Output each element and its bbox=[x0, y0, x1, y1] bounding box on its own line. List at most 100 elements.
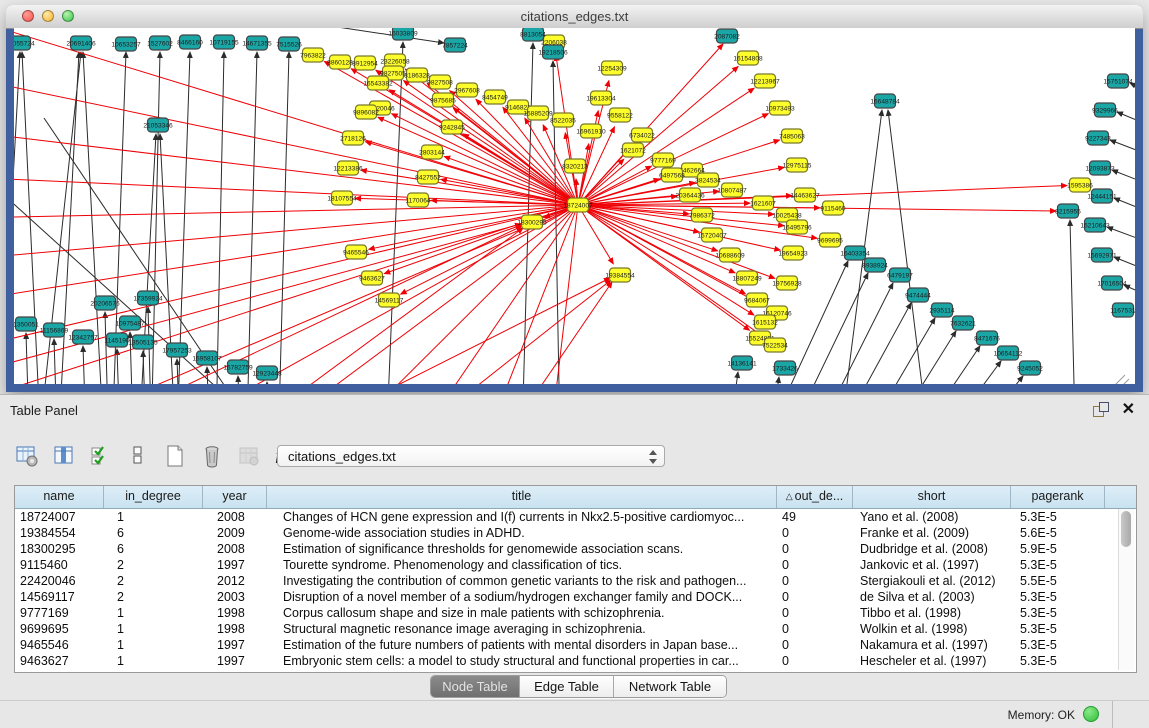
delete-table-icon[interactable] bbox=[199, 443, 225, 469]
graph-node[interactable]: 19384554 bbox=[605, 268, 635, 282]
graph-node[interactable]: 17359924 bbox=[133, 291, 163, 305]
graph-node[interactable]: 1170064 bbox=[405, 193, 431, 207]
graph-node[interactable]: 10688609 bbox=[715, 248, 745, 262]
graph-node[interactable]: 7515526 bbox=[276, 37, 302, 51]
graph-node[interactable]: 1350051 bbox=[14, 317, 39, 331]
graph-node[interactable]: 9245052 bbox=[1017, 361, 1043, 375]
graph-node[interactable]: 7522534 bbox=[762, 338, 788, 352]
tab-network-table[interactable]: Network Table bbox=[614, 676, 726, 697]
graph-node[interactable]: 10975487 bbox=[115, 316, 145, 330]
network-view[interactable]: 1872400718300295193845547963822886012889… bbox=[14, 28, 1135, 384]
table-row[interactable]: 1872400712008Changes of HCN gene express… bbox=[15, 509, 1136, 525]
graph-node[interactable]: 6497568 bbox=[659, 168, 685, 182]
graph-node[interactable]: 15751074 bbox=[1103, 74, 1133, 88]
table-source-dropdown[interactable]: citations_edges.txt bbox=[277, 445, 665, 467]
table-row[interactable]: 969969511998Structural magnetic resonanc… bbox=[15, 621, 1136, 637]
column-header-name[interactable]: name bbox=[15, 486, 104, 508]
graph-node[interactable]: 18107554 bbox=[327, 191, 357, 205]
import-table-icon[interactable] bbox=[236, 443, 262, 469]
graph-node[interactable]: 10654112 bbox=[994, 346, 1023, 360]
graph-node[interactable]: 8215955 bbox=[1055, 204, 1081, 218]
new-table-icon[interactable] bbox=[162, 443, 188, 469]
graph-node[interactable]: 1527602 bbox=[147, 36, 173, 50]
graph-node[interactable]: 1621072 bbox=[620, 143, 646, 157]
graph-node[interactable]: 9115460 bbox=[820, 201, 846, 215]
column-header-out_de[interactable]: △out_de... bbox=[777, 486, 853, 508]
graph-node[interactable]: 9227343 bbox=[1085, 131, 1111, 145]
scrollbar-thumb[interactable] bbox=[1121, 511, 1131, 547]
graph-node[interactable]: 19654923 bbox=[778, 246, 808, 260]
graph-node[interactable]: 19756928 bbox=[772, 276, 802, 290]
graph-node[interactable]: 9558122 bbox=[607, 108, 633, 122]
graph-node[interactable]: 12213967 bbox=[750, 74, 780, 88]
graph-node[interactable]: 10973493 bbox=[765, 101, 795, 115]
column-header-year[interactable]: year bbox=[203, 486, 267, 508]
graph-node[interactable]: 15692971 bbox=[1087, 248, 1117, 262]
graph-node[interactable]: 13505135 bbox=[128, 335, 158, 349]
graph-node[interactable]: 6734022 bbox=[629, 128, 655, 142]
graph-node[interactable]: 10807487 bbox=[717, 183, 747, 197]
table-row[interactable]: 1456911722003Disruption of a novel membe… bbox=[15, 589, 1136, 605]
graph-node[interactable]: 2718126 bbox=[340, 131, 366, 145]
graph-node[interactable]: 14569117 bbox=[375, 293, 404, 307]
graph-node[interactable]: 16543382 bbox=[363, 76, 393, 90]
graph-node[interactable]: 7963822 bbox=[300, 48, 326, 62]
graph-node[interactable]: 12923448 bbox=[252, 366, 282, 380]
graph-node[interactable]: 8471676 bbox=[974, 331, 1000, 345]
close-panel-icon[interactable]: ✕ bbox=[1122, 399, 1135, 419]
graph-node[interactable]: 12444151 bbox=[1087, 189, 1117, 203]
graph-node[interactable]: 17957253 bbox=[162, 343, 192, 357]
column-header-title[interactable]: title bbox=[267, 486, 777, 508]
table-row[interactable]: 977716911998Corpus callosum shape and si… bbox=[15, 605, 1136, 621]
graph-node[interactable]: 2803144 bbox=[419, 145, 445, 159]
select-columns-icon[interactable] bbox=[88, 443, 114, 469]
graph-node[interactable]: 18724007 bbox=[563, 198, 593, 212]
table-row[interactable]: 911546021997Tourette syndrome. Phenomeno… bbox=[15, 557, 1136, 573]
row-options-icon[interactable] bbox=[125, 443, 151, 469]
graph-node[interactable]: 6479197 bbox=[887, 268, 913, 282]
column-settings-icon[interactable] bbox=[51, 443, 77, 469]
graph-node[interactable]: 1145190 bbox=[104, 333, 130, 347]
graph-node[interactable]: 10653257 bbox=[111, 37, 141, 51]
graph-node[interactable]: 1167531 bbox=[1110, 303, 1135, 317]
graph-node[interactable]: 14136141 bbox=[727, 356, 757, 370]
graph-node[interactable]: 19613304 bbox=[586, 91, 616, 105]
column-header-in_degree[interactable]: in_degree bbox=[104, 486, 203, 508]
graph-node[interactable]: 7632621 bbox=[950, 316, 976, 330]
graph-node[interactable]: 8912954 bbox=[352, 56, 378, 70]
graph-node[interactable]: 8466160 bbox=[177, 35, 203, 49]
graph-node[interactable]: 12093873 bbox=[1085, 161, 1115, 175]
tab-edge-table[interactable]: Edge Table bbox=[520, 676, 614, 697]
graph-node[interactable]: 8860128 bbox=[327, 55, 353, 69]
table-row[interactable]: 2242004622012Investigating the contribut… bbox=[15, 573, 1136, 589]
graph-node[interactable]: 8938924 bbox=[862, 258, 888, 272]
table-scrollbar[interactable] bbox=[1118, 509, 1134, 670]
graph-node[interactable]: 9896082 bbox=[353, 105, 379, 119]
graph-node[interactable]: 1621607 bbox=[750, 196, 776, 210]
graph-node[interactable]: 18807249 bbox=[732, 271, 762, 285]
graph-node[interactable]: 14671355 bbox=[242, 36, 272, 50]
graph-node[interactable]: 20206576 bbox=[90, 296, 120, 310]
graph-node[interactable]: 9465546 bbox=[343, 245, 369, 259]
graph-node[interactable]: 20691406 bbox=[66, 36, 96, 50]
graph-node[interactable]: 12254309 bbox=[597, 61, 627, 75]
graph-node[interactable]: 9699695 bbox=[817, 233, 843, 247]
graph-node[interactable]: 18300295 bbox=[517, 215, 547, 229]
graph-node[interactable]: 16495796 bbox=[782, 220, 812, 234]
graph-node[interactable]: 12342757 bbox=[68, 330, 98, 344]
column-header-pagerank[interactable]: pagerank bbox=[1011, 486, 1105, 508]
graph-node[interactable]: 7857224 bbox=[442, 38, 468, 52]
table-row[interactable]: 946554611997Estimation of the future num… bbox=[15, 637, 1136, 653]
graph-node[interactable]: 16782759 bbox=[223, 360, 253, 374]
graph-node[interactable]: 8320213 bbox=[562, 159, 588, 173]
graph-node[interactable]: 20364436 bbox=[675, 188, 705, 202]
graph-node[interactable]: 2935114 bbox=[929, 303, 955, 317]
graph-node[interactable]: 9329966 bbox=[1092, 103, 1118, 117]
graph-node[interactable]: 16403354 bbox=[840, 246, 870, 260]
graph-node[interactable]: 10719155 bbox=[209, 35, 239, 49]
graph-node[interactable]: 2087082 bbox=[714, 29, 740, 43]
graph-node[interactable]: 7986372 bbox=[689, 208, 715, 222]
graph-node[interactable]: 14463627 bbox=[790, 188, 820, 202]
table-row[interactable]: 1938455462009Genome-wide association stu… bbox=[15, 525, 1136, 541]
graph-node[interactable]: 9242845 bbox=[439, 120, 465, 134]
